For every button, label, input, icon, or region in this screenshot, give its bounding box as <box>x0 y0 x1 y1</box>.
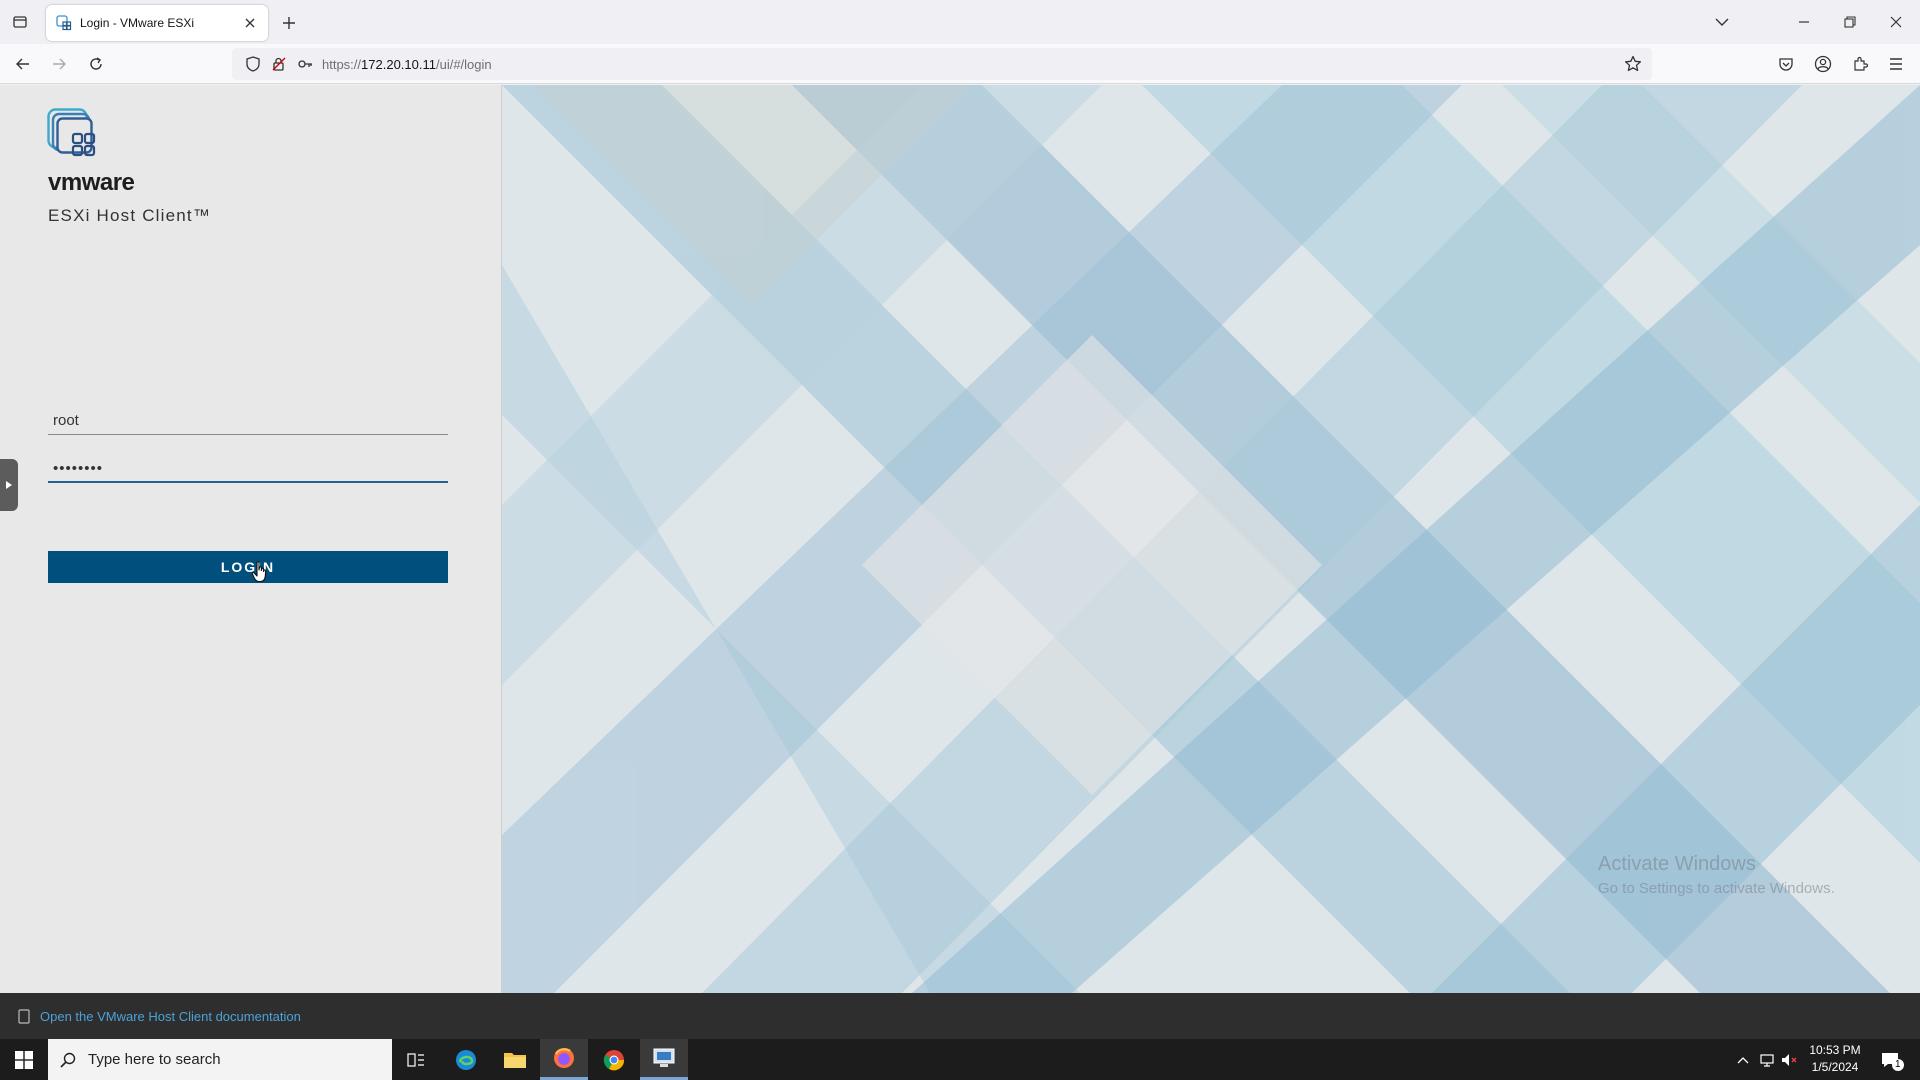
close-tab-icon[interactable] <box>242 15 258 31</box>
url-host: 172.20.10.11 <box>361 56 436 72</box>
esxi-logo-icon <box>47 108 101 162</box>
search-placeholder: Type here to search <box>88 1051 221 1068</box>
background-pattern: Activate Windows Go to Settings to activ… <box>502 85 1920 993</box>
reload-icon[interactable] <box>84 52 108 76</box>
account-icon[interactable] <box>1811 52 1835 76</box>
url-protocol: https:// <box>322 56 362 72</box>
browser-tab-bar: Login - VMware ESXi <box>0 0 1920 44</box>
page-footer: Open the VMware Host Client documentatio… <box>0 993 1920 1039</box>
sidebar-toggle-handle[interactable] <box>0 459 18 511</box>
menu-icon[interactable] <box>1884 52 1908 76</box>
system-clock[interactable]: 10:53 PM 1/5/2024 <box>1800 1042 1870 1076</box>
windows-start-icon[interactable] <box>0 1039 48 1080</box>
chrome-icon[interactable] <box>590 1039 638 1080</box>
activate-windows-watermark: Activate Windows Go to Settings to activ… <box>1598 853 1835 897</box>
notification-count: 1 <box>1892 1059 1904 1071</box>
login-button[interactable]: LOGIN <box>48 551 448 583</box>
watermark-line-1: Activate Windows <box>1598 853 1756 875</box>
shield-icon[interactable] <box>244 55 262 73</box>
forward-icon[interactable] <box>47 52 71 76</box>
file-explorer-icon[interactable] <box>491 1039 539 1080</box>
firefox-icon[interactable] <box>540 1039 588 1080</box>
show-hidden-icons[interactable] <box>1734 1039 1752 1080</box>
vmware-brand: vmware <box>48 169 135 196</box>
task-view-icon[interactable] <box>392 1039 440 1080</box>
browser-nav-bar: https://172.20.10.11/ui/#/login <box>0 44 1920 84</box>
remote-desktop-icon[interactable] <box>640 1039 688 1080</box>
login-panel: vmware ESXi Host Client™ LOGIN <box>0 85 502 993</box>
tab-list-icon[interactable] <box>8 10 32 34</box>
network-icon[interactable] <box>1756 1039 1778 1080</box>
documentation-link[interactable]: Open the VMware Host Client documentatio… <box>40 1009 301 1024</box>
key-icon[interactable] <box>296 55 314 73</box>
address-bar[interactable]: https://172.20.10.11/ui/#/login <box>232 48 1652 80</box>
list-all-tabs-icon[interactable] <box>1710 10 1734 34</box>
username-input[interactable] <box>48 407 448 435</box>
password-input[interactable] <box>48 455 448 483</box>
active-tab[interactable]: Login - VMware ESXi <box>46 5 268 41</box>
login-page: vmware ESXi Host Client™ LOGIN <box>0 85 1920 993</box>
volume-muted-icon[interactable] <box>1780 1039 1800 1080</box>
tab-title: Login - VMware ESXi <box>80 16 195 30</box>
restore-icon[interactable] <box>1838 10 1862 34</box>
extensions-icon[interactable] <box>1848 52 1872 76</box>
back-icon[interactable] <box>11 52 35 76</box>
insecure-lock-icon[interactable] <box>270 55 288 73</box>
document-icon <box>18 1008 30 1024</box>
close-window-icon[interactable] <box>1884 10 1908 34</box>
clock-time: 10:53 PM <box>1809 1043 1861 1057</box>
new-tab-icon[interactable] <box>278 12 300 34</box>
vmware-favicon-icon <box>56 15 72 31</box>
clock-date: 1/5/2024 <box>1811 1060 1859 1074</box>
bookmark-star-icon[interactable] <box>1624 55 1642 73</box>
pocket-icon[interactable] <box>1774 52 1798 76</box>
edge-browser-icon[interactable] <box>442 1039 490 1080</box>
hand-cursor-icon <box>251 561 269 583</box>
chevron-right-icon <box>6 481 12 489</box>
product-title: ESXi Host Client™ <box>48 206 212 225</box>
search-icon <box>60 1052 76 1068</box>
url-path: /ui/#/login <box>435 56 492 72</box>
windows-taskbar: Type here to search 10:53 PM 1/5/2024 1 <box>0 1039 1920 1080</box>
notification-center-icon[interactable]: 1 <box>1872 1039 1908 1080</box>
watermark-line-2: Go to Settings to activate Windows. <box>1598 880 1835 897</box>
taskbar-search-box[interactable]: Type here to search <box>48 1039 392 1080</box>
minimize-icon[interactable] <box>1792 10 1816 34</box>
